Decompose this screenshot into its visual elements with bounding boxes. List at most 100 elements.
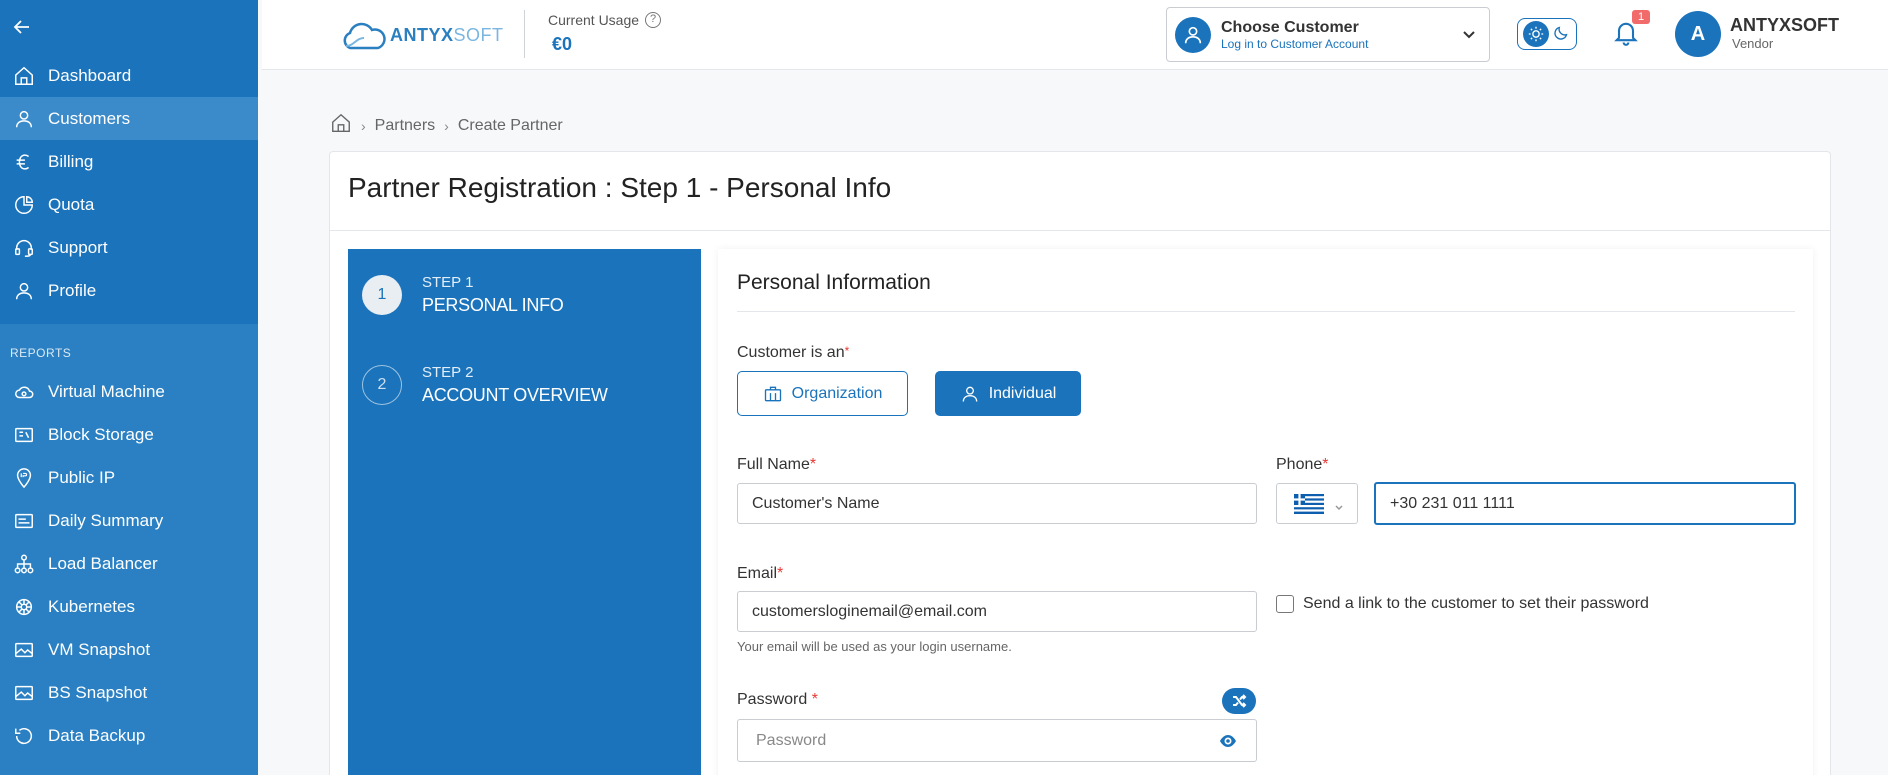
user-icon bbox=[12, 107, 36, 131]
user-info[interactable]: ANTYXSOFT Vendor bbox=[1730, 15, 1839, 51]
chevron-down-icon bbox=[1461, 26, 1477, 42]
phone-input[interactable] bbox=[1374, 482, 1796, 525]
user-avatar[interactable]: A bbox=[1675, 11, 1721, 57]
password-label: Password * bbox=[737, 691, 818, 708]
step-account-overview[interactable]: 2 STEP 2 ACCOUNT OVERVIEW bbox=[362, 364, 608, 406]
step-personal-info[interactable]: 1 STEP 1 PERSONAL INFO bbox=[362, 274, 564, 316]
moon-icon[interactable] bbox=[1553, 23, 1571, 46]
top-bar: ANTYX SOFT Current Usage? €0 Choose Custo… bbox=[262, 0, 1888, 70]
choose-customer-dropdown[interactable]: Choose Customer Log in to Customer Accou… bbox=[1166, 7, 1490, 62]
back-arrow-icon[interactable] bbox=[0, 0, 258, 54]
step-label: STEP 2 bbox=[422, 364, 474, 381]
user-icon bbox=[962, 386, 978, 402]
sidebar-item-support[interactable]: Support bbox=[0, 226, 258, 269]
email-label: Email* bbox=[737, 565, 784, 582]
organization-label: Organization bbox=[791, 384, 883, 402]
ip-icon bbox=[12, 466, 36, 490]
sidebar-item-label: Load Balancer bbox=[48, 553, 158, 573]
sidebar-item-block-storage[interactable]: Block Storage bbox=[0, 413, 258, 456]
logo-text-main: ANTYX bbox=[390, 24, 454, 45]
chevron-down-icon bbox=[1334, 499, 1344, 510]
sun-icon[interactable] bbox=[1523, 21, 1549, 47]
step-label: STEP 1 bbox=[422, 274, 474, 291]
show-password-eye-icon[interactable] bbox=[1218, 731, 1238, 751]
pie-icon bbox=[12, 193, 36, 217]
sidebar-item-label: BS Snapshot bbox=[48, 682, 148, 702]
step-number: 1 bbox=[362, 275, 402, 315]
generate-password-shuffle-icon[interactable] bbox=[1222, 688, 1256, 714]
user-icon bbox=[12, 279, 36, 303]
home-icon[interactable] bbox=[330, 112, 352, 139]
reports-section-label: REPORTS bbox=[10, 346, 72, 360]
customer-avatar-icon bbox=[1175, 16, 1211, 53]
breadcrumb-create-partner: Create Partner bbox=[457, 116, 563, 134]
sidebar-item-virtual-machine[interactable]: Virtual Machine bbox=[0, 370, 258, 413]
antyxsoft-logo[interactable]: ANTYX SOFT bbox=[340, 16, 504, 54]
summary-icon bbox=[12, 509, 36, 533]
sidebar-item-daily-summary[interactable]: Daily Summary bbox=[0, 499, 258, 542]
email-input[interactable] bbox=[737, 591, 1257, 632]
sidebar-item-profile[interactable]: Profile bbox=[0, 269, 258, 312]
send-link-label[interactable]: Send a link to the customer to set their… bbox=[1303, 595, 1649, 613]
cloud-icon bbox=[12, 380, 36, 404]
password-input[interactable] bbox=[737, 719, 1257, 762]
title-divider bbox=[330, 230, 1830, 231]
sidebar-item-billing[interactable]: Billing bbox=[0, 140, 258, 183]
send-link-checkbox[interactable] bbox=[1276, 595, 1294, 613]
sidebar-item-label: Support bbox=[48, 237, 108, 257]
backup-icon bbox=[12, 724, 36, 748]
section-divider bbox=[737, 311, 1795, 312]
balancer-icon bbox=[12, 552, 36, 576]
sidebar-item-label: Kubernetes bbox=[48, 596, 135, 616]
sidebar-item-dashboard[interactable]: Dashboard bbox=[0, 54, 258, 97]
sidebar-item-public-ip[interactable]: Public IP bbox=[0, 456, 258, 499]
step-number: 2 bbox=[362, 365, 402, 405]
sidebar-item-label: Daily Summary bbox=[48, 510, 164, 530]
breadcrumb-partners[interactable]: Partners bbox=[375, 117, 435, 135]
sidebar-item-label: VM Snapshot bbox=[48, 639, 151, 659]
sidebar-item-label: Data Backup bbox=[48, 725, 146, 745]
sidebar-item-label: Block Storage bbox=[48, 424, 154, 444]
organization-button[interactable]: Organization bbox=[737, 371, 908, 416]
help-icon[interactable]: ? bbox=[645, 12, 662, 28]
personal-info-form: Personal Information Customer is an* Org… bbox=[718, 249, 1813, 775]
breadcrumb-separator: › bbox=[361, 117, 366, 134]
sidebar-item-label: Billing bbox=[48, 151, 94, 171]
email-label-text: Email bbox=[737, 565, 778, 582]
kubernetes-icon bbox=[12, 595, 36, 619]
individual-button[interactable]: Individual bbox=[935, 371, 1081, 416]
phone-label-text: Phone bbox=[1276, 456, 1323, 473]
customer-type-label-text: Customer is an bbox=[737, 344, 845, 361]
headset-icon bbox=[12, 236, 36, 260]
sidebar-item-data-backup[interactable]: Data Backup bbox=[0, 714, 258, 757]
breadcrumb-separator: › bbox=[444, 117, 449, 134]
theme-toggle[interactable] bbox=[1517, 18, 1577, 50]
choose-customer-title: Choose Customer bbox=[1221, 18, 1359, 36]
sidebar-item-customers[interactable]: Customers bbox=[0, 97, 258, 140]
sidebar-item-kubernetes[interactable]: Kubernetes bbox=[0, 585, 258, 628]
sidebar: Dashboard Customers Billing Quota Suppor… bbox=[0, 0, 258, 775]
email-hint: Your email will be used as your login us… bbox=[737, 639, 1012, 654]
sidebar-item-bs-snapshot[interactable]: BS Snapshot bbox=[0, 671, 258, 714]
sidebar-item-label: Public IP bbox=[48, 467, 116, 487]
choose-customer-subtitle: Log in to Customer Account bbox=[1221, 36, 1369, 51]
breadcrumb: › Partners › Create Partner bbox=[330, 112, 563, 139]
sidebar-item-label: Customers bbox=[48, 108, 131, 128]
image-icon bbox=[12, 638, 36, 662]
usage-value: €0 bbox=[552, 34, 573, 54]
euro-icon bbox=[12, 150, 36, 174]
step-name: ACCOUNT OVERVIEW bbox=[422, 385, 608, 405]
full-name-input[interactable] bbox=[737, 483, 1257, 524]
usage-label: Current Usage bbox=[548, 12, 640, 28]
sidebar-item-load-balancer[interactable]: Load Balancer bbox=[0, 542, 258, 585]
cloud-logo-icon bbox=[343, 22, 386, 50]
sidebar-item-vm-snapshot[interactable]: VM Snapshot bbox=[0, 628, 258, 671]
sidebar-item-quota[interactable]: Quota bbox=[0, 183, 258, 226]
individual-label: Individual bbox=[988, 384, 1057, 402]
country-code-select[interactable] bbox=[1276, 483, 1358, 524]
full-name-label: Full Name* bbox=[737, 456, 817, 473]
greece-flag-icon bbox=[1294, 493, 1324, 514]
full-name-label-text: Full Name bbox=[737, 456, 810, 473]
notification-bell-icon[interactable]: 1 bbox=[1612, 10, 1651, 48]
notification-badge: 1 bbox=[1632, 10, 1651, 24]
